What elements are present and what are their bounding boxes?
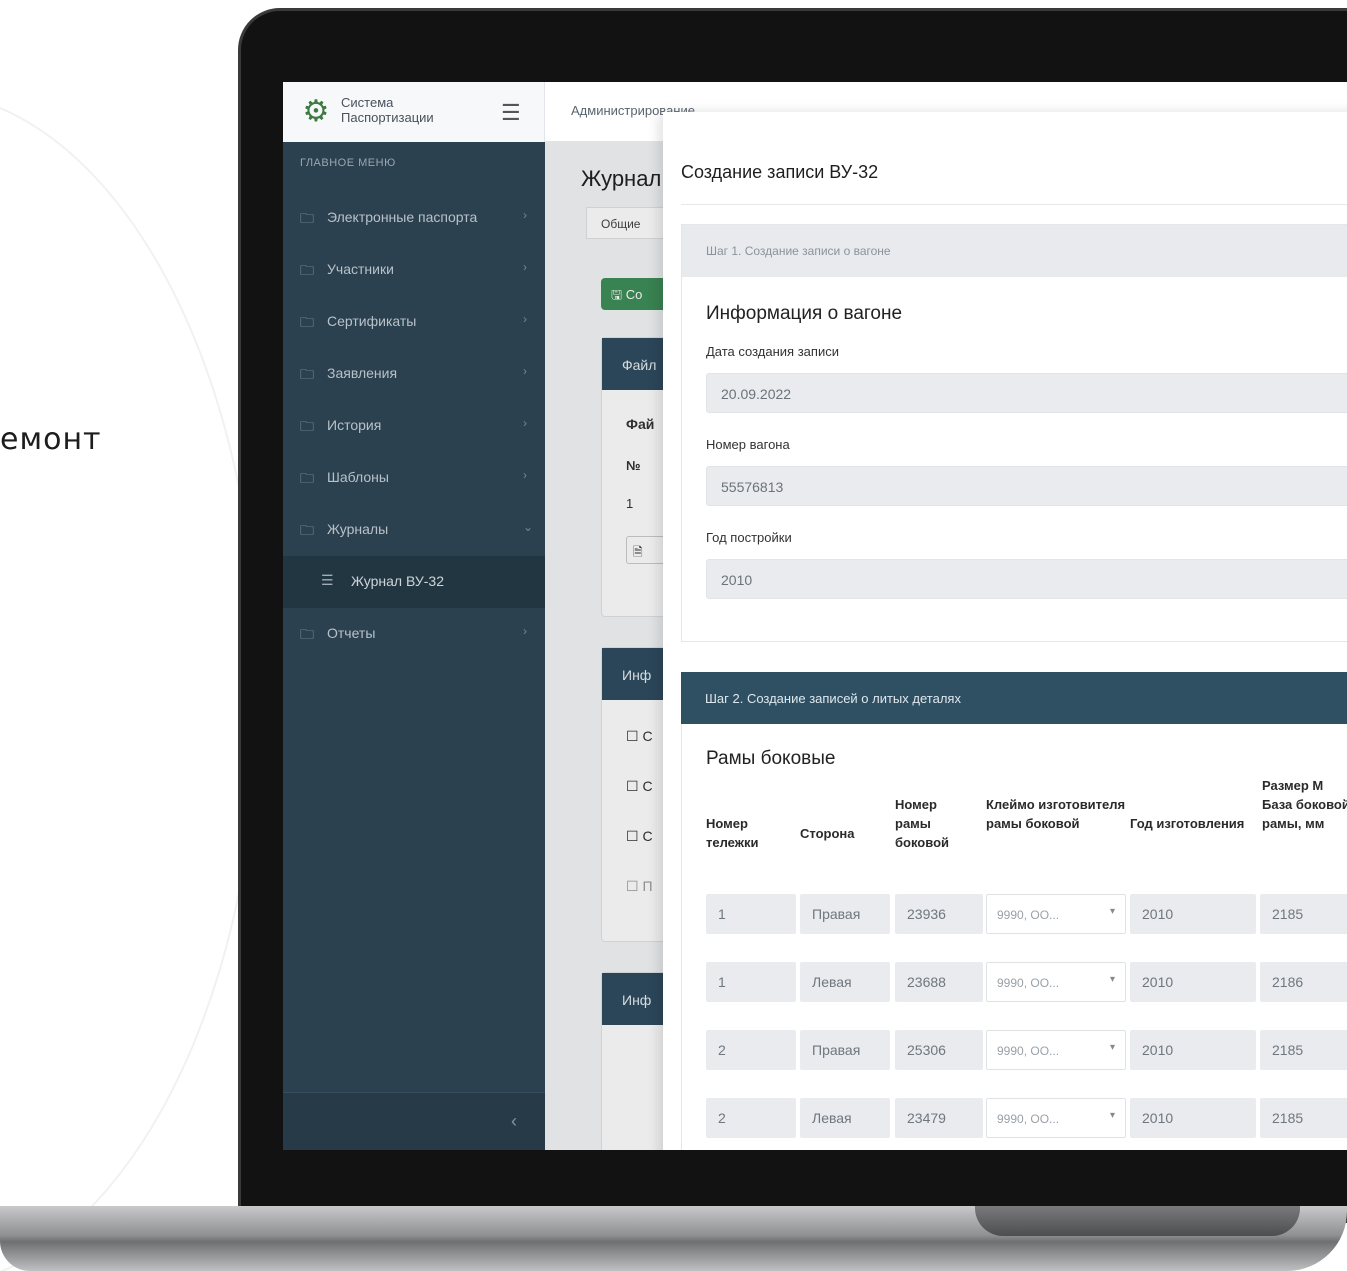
column-header: Год изготовления (1130, 816, 1245, 831)
date-label: Дата создания записи (706, 344, 839, 359)
logo-text: Система Паспортизации (341, 95, 434, 125)
step1-panel: Шаг 1. Создание записи о вагоне Информац… (681, 224, 1347, 642)
manufacturer-select[interactable]: 9990, ОО... ▾ (986, 1030, 1126, 1070)
column-header: Номер тележки (706, 816, 759, 850)
side-cell[interactable]: Правая (800, 894, 890, 934)
base-size-cell[interactable]: 2185 (1260, 1030, 1347, 1070)
cart-number-cell[interactable]: 2 (706, 1098, 796, 1138)
frame-number-cell[interactable]: 25306 (895, 1030, 983, 1070)
base-size-cell[interactable]: 2185 (1260, 894, 1347, 934)
modal-title: Создание записи ВУ-32 (681, 162, 879, 182)
frame-number-cell[interactable]: 23479 (895, 1098, 983, 1138)
column-header: Размер М База боковой рамы, мм (1262, 778, 1347, 831)
caret-down-icon: ▾ (1109, 1110, 1115, 1121)
background-arc (0, 90, 260, 1271)
cart-number-cell[interactable]: 1 (706, 962, 796, 1002)
year-cell[interactable]: 2010 (1130, 1030, 1256, 1070)
laptop-screen: ⚙ Система Паспортизации ☰ Администрирова… (283, 82, 1347, 1150)
build-year-label: Год постройки (706, 530, 792, 545)
step1-header[interactable]: Шаг 1. Создание записи о вагоне (682, 225, 1347, 277)
side-frames-title: Рамы боковые (706, 748, 836, 769)
manufacturer-select[interactable]: 9990, ОО... ▾ (986, 894, 1126, 934)
caret-down-icon: ▾ (1109, 906, 1115, 917)
page-stage: емонт ⚙ Система Паспортизации ☰ Админист… (0, 0, 1347, 1271)
caret-down-icon: ▾ (1109, 974, 1115, 985)
manufacturer-value: 9990, ОО... (997, 908, 1060, 922)
column-header: Номер рамы боковой (895, 797, 949, 850)
wagon-info-title: Информация о вагоне (706, 303, 903, 324)
manufacturer-value: 9990, ОО... (997, 1112, 1060, 1126)
gear-logo-icon: ⚙ (302, 95, 330, 128)
side-cell[interactable]: Левая (800, 962, 890, 1002)
side-cell[interactable]: Правая (800, 1030, 890, 1070)
divider (681, 204, 1347, 205)
logo-line-2: Паспортизации (341, 110, 434, 125)
laptop-base-notch (975, 1206, 1300, 1236)
manufacturer-select[interactable]: 9990, ОО... ▾ (986, 962, 1126, 1002)
create-record-modal: Создание записи ВУ-32 Шаг 1. Создание за… (663, 112, 1347, 1150)
year-cell[interactable]: 2010 (1130, 894, 1256, 934)
column-header: Сторона (800, 826, 855, 841)
cart-number-cell[interactable]: 2 (706, 1030, 796, 1070)
background-heading: емонт (0, 422, 102, 457)
wagon-number-field[interactable]: 55576813 (706, 466, 1347, 506)
year-cell[interactable]: 2010 (1130, 1098, 1256, 1138)
caret-down-icon: ▾ (1109, 1042, 1115, 1053)
column-header: Клеймо изготовителя рамы боковой (986, 797, 1126, 831)
menu-toggle-icon[interactable]: ☰ (501, 100, 521, 126)
date-field[interactable]: 20.09.2022 (706, 373, 1347, 413)
logo-line-1: Система (341, 95, 394, 110)
base-size-cell[interactable]: 2186 (1260, 962, 1347, 1002)
base-size-cell[interactable]: 2185 (1260, 1098, 1347, 1138)
step2-header[interactable]: Шаг 2. Создание записей о литых деталях (681, 672, 1347, 724)
cart-number-cell[interactable]: 1 (706, 894, 796, 934)
logo[interactable]: ⚙ Система Паспортизации ☰ (283, 82, 545, 142)
step2-panel: Рамы боковые Номер тележки Сторона Номер… (681, 724, 1347, 1150)
frame-number-cell[interactable]: 23688 (895, 962, 983, 1002)
year-cell[interactable]: 2010 (1130, 962, 1256, 1002)
build-year-field[interactable]: 2010 (706, 559, 1347, 599)
wagon-number-label: Номер вагона (706, 437, 790, 452)
side-cell[interactable]: Левая (800, 1098, 890, 1138)
manufacturer-value: 9990, ОО... (997, 976, 1060, 990)
manufacturer-select[interactable]: 9990, ОО... ▾ (986, 1098, 1126, 1138)
frame-number-cell[interactable]: 23936 (895, 894, 983, 934)
manufacturer-value: 9990, ОО... (997, 1044, 1060, 1058)
